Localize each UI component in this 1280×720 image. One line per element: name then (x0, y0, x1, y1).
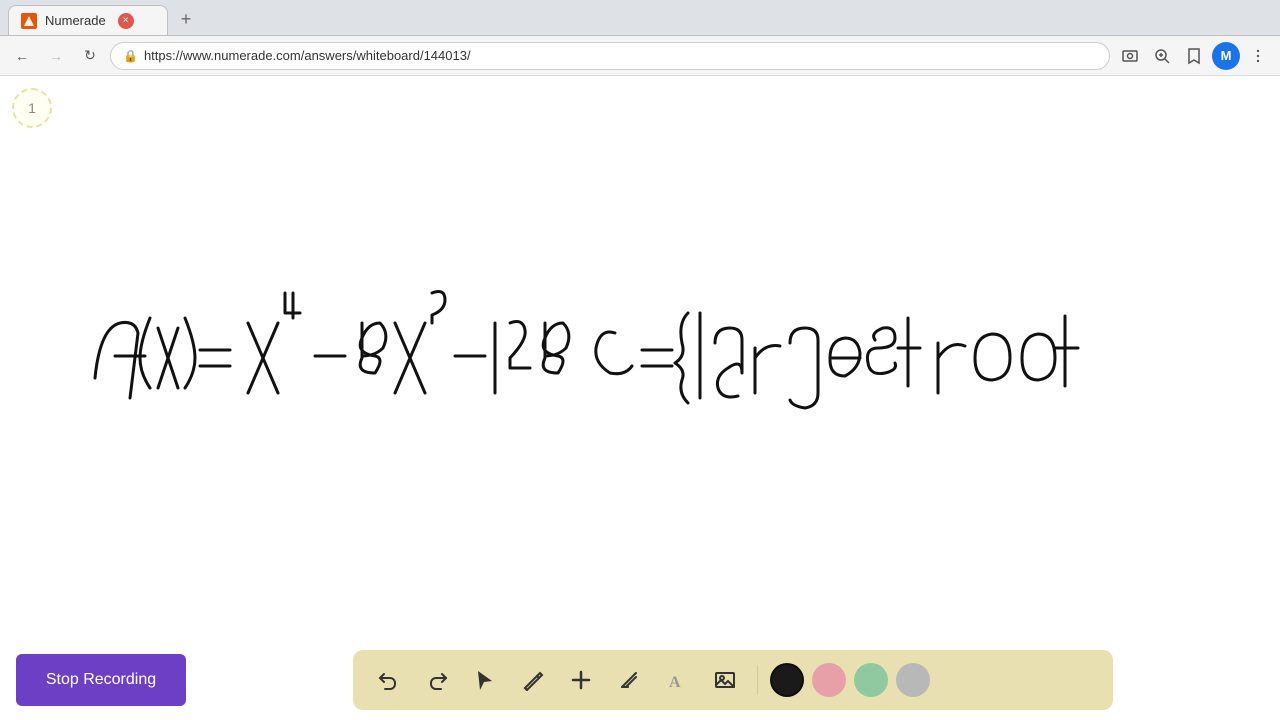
select-tool-button[interactable] (465, 660, 505, 700)
drawing-toolbar: A (353, 650, 1113, 710)
content-area: 1 (0, 76, 1280, 720)
reload-button[interactable]: ↻ (76, 42, 104, 70)
color-swatch-pink[interactable] (812, 663, 846, 697)
forward-button[interactable]: → (42, 42, 70, 70)
nav-bar: ← → ↻ 🔒 https://www.numerade.com/answers… (0, 36, 1280, 76)
undo-button[interactable] (369, 660, 409, 700)
svg-text:A: A (669, 674, 681, 691)
tab-favicon (21, 13, 37, 29)
browser-frame: Numerade × + ← → ↻ 🔒 https://www.numerad… (0, 0, 1280, 720)
math-writing (0, 76, 1280, 720)
tab-title: Numerade (45, 13, 106, 28)
lock-icon: 🔒 (123, 49, 138, 63)
screenshot-icon[interactable] (1116, 42, 1144, 70)
stop-recording-button[interactable]: Stop Recording (16, 654, 186, 706)
whiteboard[interactable]: 1 (0, 76, 1280, 720)
new-tab-button[interactable]: + (172, 5, 200, 33)
text-tool-button[interactable]: A (657, 660, 697, 700)
bottom-bar: Stop Recording (0, 640, 1280, 720)
pen-tool-button[interactable] (513, 660, 553, 700)
address-bar[interactable]: 🔒 https://www.numerade.com/answers/white… (110, 42, 1110, 70)
nav-right-actions: M (1116, 42, 1272, 70)
zoom-icon[interactable] (1148, 42, 1176, 70)
redo-button[interactable] (417, 660, 457, 700)
active-tab[interactable]: Numerade × (8, 5, 168, 35)
tab-close-button[interactable]: × (118, 13, 134, 29)
menu-icon[interactable] (1244, 42, 1272, 70)
page-indicator: 1 (12, 88, 52, 128)
color-swatch-gray[interactable] (896, 663, 930, 697)
color-swatch-black[interactable] (770, 663, 804, 697)
add-element-button[interactable] (561, 660, 601, 700)
page-number: 1 (28, 100, 36, 116)
url-text: https://www.numerade.com/answers/whitebo… (144, 48, 471, 63)
toolbar-divider (757, 665, 758, 695)
back-button[interactable]: ← (8, 42, 36, 70)
profile-avatar[interactable]: M (1212, 42, 1240, 70)
tab-bar: Numerade × + (0, 0, 1280, 36)
bookmark-icon[interactable] (1180, 42, 1208, 70)
color-swatch-green[interactable] (854, 663, 888, 697)
image-tool-button[interactable] (705, 660, 745, 700)
eraser-tool-button[interactable] (609, 660, 649, 700)
